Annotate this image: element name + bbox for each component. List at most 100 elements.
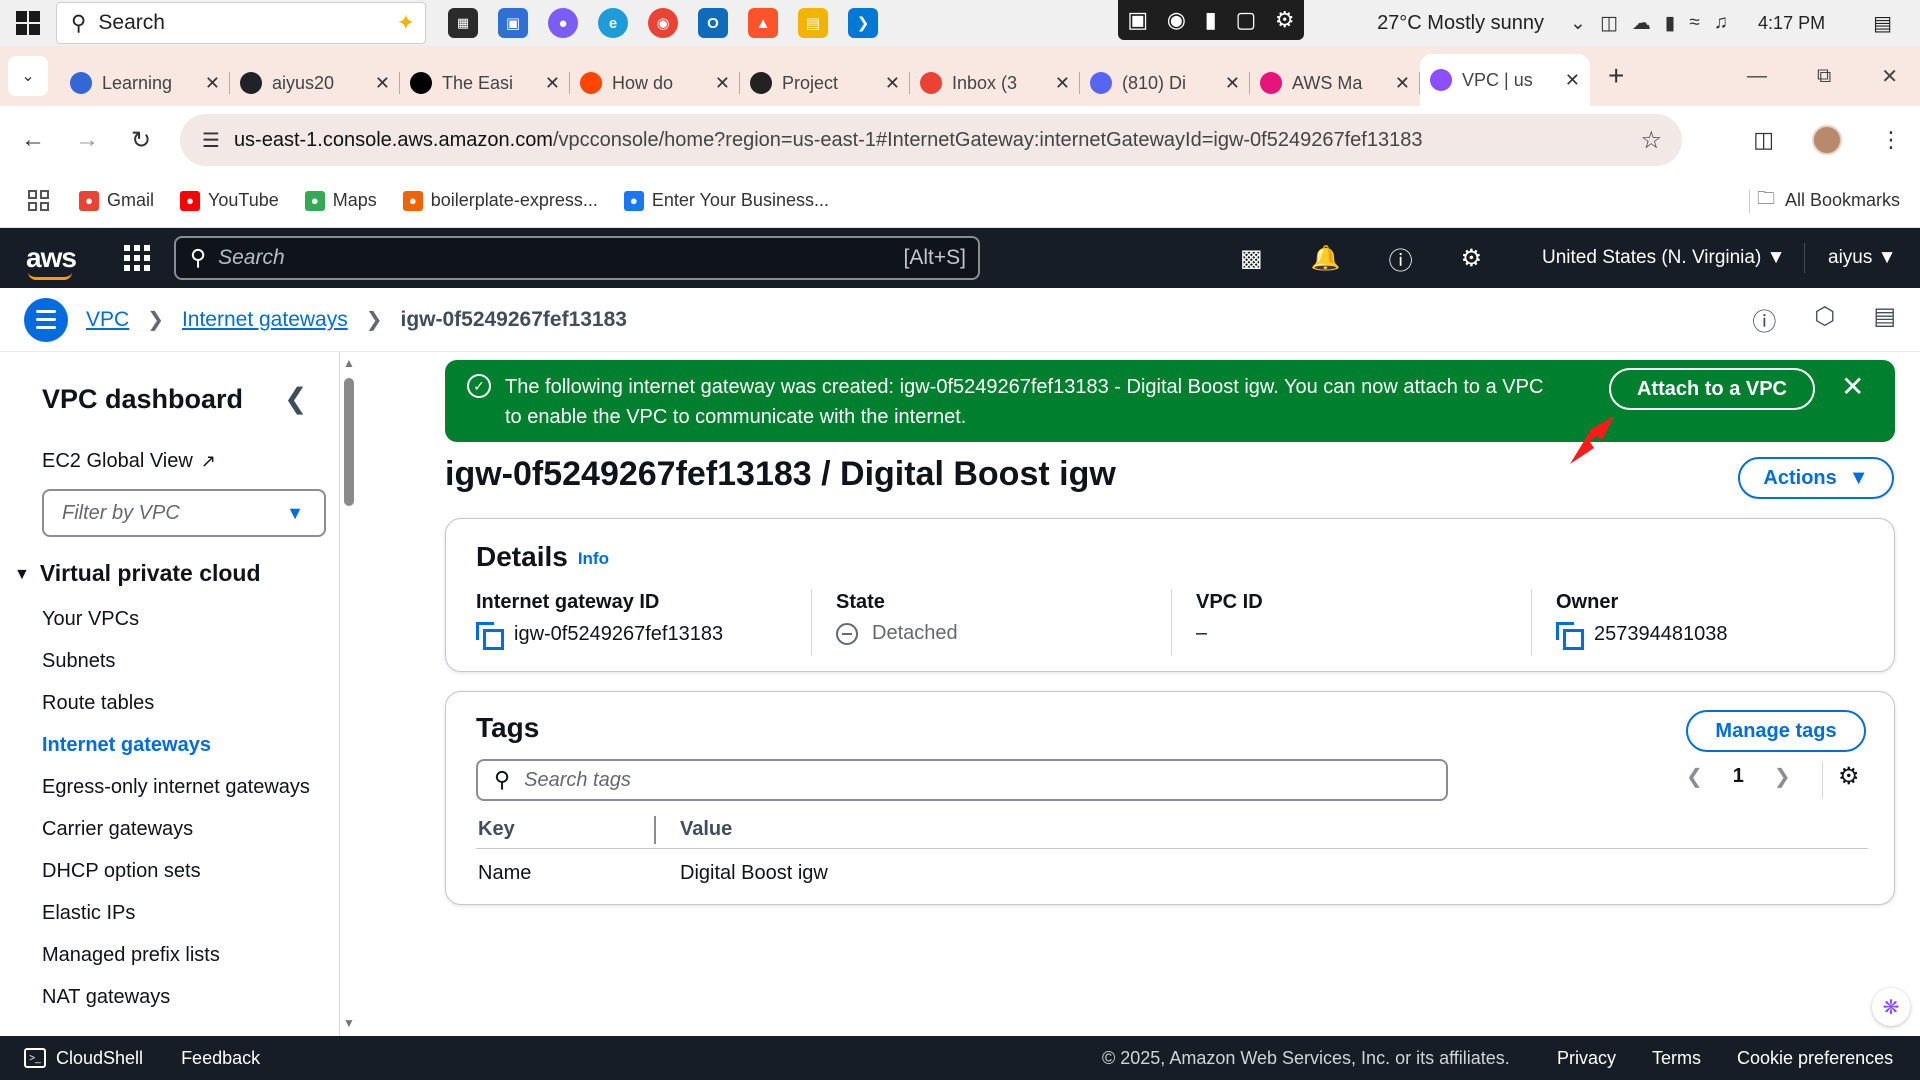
sidebar-item[interactable]: Route tables [42,688,312,718]
battery-icon[interactable]: ▮ [1665,12,1675,35]
weather-widget[interactable]: 27°C Mostly sunny [1377,12,1544,35]
ai-assistant-icon[interactable]: ❋ [1872,988,1910,1026]
close-tab-icon[interactable]: ✕ [1565,70,1580,91]
bookmark-item[interactable]: ● Gmail [79,190,154,211]
page-number[interactable]: 1 [1733,765,1744,788]
vscode-icon[interactable]: ❯ [848,8,878,38]
wifi-icon[interactable]: ≈ [1689,12,1699,35]
onedrive-icon[interactable]: ☁ [1632,12,1651,35]
notifications-icon[interactable]: ▤ [1873,11,1892,36]
browser-tab[interactable]: The Easi ✕ [400,60,570,106]
close-tab-icon[interactable]: ✕ [715,73,730,94]
filter-by-vpc-select[interactable]: Filter by VPC ▼ [42,489,326,537]
column-header-key[interactable]: Key [478,818,515,841]
sidebar-item[interactable]: Elastic IPs [42,898,312,928]
search-tags-input[interactable]: ⚲ Search tags [476,759,1448,801]
browser-menu-icon[interactable]: ⋮ [1880,127,1902,153]
scroll-down-icon[interactable]: ▼ [343,1016,355,1030]
screenshot-icon[interactable]: ▣ [1127,7,1148,33]
edge-icon[interactable]: e [598,8,628,38]
sidebar-item[interactable]: Your VPCs [42,604,312,634]
close-tab-icon[interactable]: ✕ [545,73,560,94]
all-bookmarks[interactable]: 🗀 All Bookmarks [1757,186,1900,216]
sidebar-item[interactable]: Internet gateways [42,730,312,760]
minimize-icon[interactable]: — [1747,65,1767,88]
sidebar-scrollbar[interactable]: ▲ ▼ [340,352,360,1036]
info-panel-icon[interactable]: ⓘ [1752,302,1776,337]
previous-page-icon[interactable]: ❮ [1686,764,1703,789]
region-selector[interactable]: United States (N. Virginia) ▼ [1542,247,1785,269]
table-settings-icon[interactable]: ⚙ [1838,762,1860,791]
cloudshell-button[interactable]: >_ CloudShell [24,1048,143,1069]
chevron-up-icon[interactable]: ⌄ [1570,12,1586,35]
browser-tab[interactable]: AWS Ma ✕ [1250,60,1420,106]
browser-tab[interactable]: Inbox (3 ✕ [910,60,1080,106]
scroll-up-icon[interactable]: ▲ [343,356,355,370]
aws-search-input[interactable]: ⚲ Search [Alt+S] [174,236,980,280]
close-tab-icon[interactable]: ✕ [885,73,900,94]
help-icon[interactable]: ⓘ [1389,241,1413,276]
close-icon[interactable]: ✕ [1841,370,1864,403]
actions-button[interactable]: Actions ▼ [1738,457,1894,499]
notifications-panel-icon[interactable]: ▤ [1873,302,1896,337]
gear-icon[interactable]: ⚙ [1275,7,1295,33]
task-view-icon[interactable]: ▦ [448,8,478,38]
info-link[interactable]: Info [578,549,609,568]
file-explorer-icon[interactable]: ▤ [798,8,828,38]
browser-tab[interactable]: How do ✕ [570,60,740,106]
sidebar-item[interactable]: Carrier gateways [42,814,312,844]
profile-avatar[interactable] [1812,125,1842,155]
nav-menu-icon[interactable] [24,297,68,342]
browser-tab[interactable]: Project ✕ [740,60,910,106]
reload-icon[interactable]: ↻ [114,126,168,155]
taskbar-search[interactable]: ⚲ Search ✦ [56,2,426,44]
attach-to-vpc-button[interactable]: Attach to a VPC [1609,368,1815,410]
column-resizer[interactable] [654,816,656,844]
sidebar-item[interactable]: Managed prefix lists [42,940,312,970]
copilot-icon[interactable]: ● [548,8,578,38]
ec2-global-view-link[interactable]: EC2 Global View ↗ [42,450,216,473]
browser-tab[interactable]: VPC | us ✕ [1420,54,1590,106]
breadcrumb-internet-gateways[interactable]: Internet gateways [182,308,348,332]
restore-icon[interactable]: ⧉ [1817,65,1831,88]
cookie-preferences-link[interactable]: Cookie preferences [1737,1048,1893,1069]
clock[interactable]: 4:17 PM [1758,13,1825,34]
services-menu-icon[interactable] [123,245,150,271]
copy-icon[interactable] [1556,622,1584,650]
volume-icon[interactable]: ♫ [1714,12,1728,35]
video-icon[interactable]: ▮ [1205,7,1217,33]
feedback-link[interactable]: Feedback [181,1048,260,1069]
extensions-icon[interactable]: ◫ [1753,127,1774,153]
bookmark-item[interactable]: ● Maps [304,190,377,211]
address-bar[interactable]: ☰ us-east-1.console.aws.amazon.com/vpcco… [180,114,1682,166]
bookmark-item[interactable]: ● Enter Your Business... [623,190,829,211]
bell-icon[interactable]: 🔔 [1311,244,1341,273]
sidebar-item[interactable]: Subnets [42,646,312,676]
collapse-sidebar-icon[interactable]: ❮ [284,382,307,415]
close-tab-icon[interactable]: ✕ [205,73,220,94]
forward-icon[interactable]: → [60,126,114,154]
cloudshell-icon[interactable]: ▩ [1240,244,1263,273]
browser-tab[interactable]: (810) Di ✕ [1080,60,1250,106]
sidebar-item[interactable]: NAT gateways [42,982,312,1012]
scrollbar-thumb[interactable] [344,378,354,506]
bookmark-item[interactable]: ● YouTube [180,190,279,211]
column-header-value[interactable]: Value [680,818,732,841]
aws-logo[interactable]: aws [26,242,77,280]
camera-icon[interactable]: ◉ [1167,7,1186,33]
browser-tab[interactable]: Learning ✕ [60,60,230,106]
close-tab-icon[interactable]: ✕ [1225,73,1240,94]
sidebar-item[interactable]: Egress-only internet gateways [42,772,312,802]
apps-grid-icon[interactable] [28,190,49,211]
close-window-icon[interactable]: ✕ [1881,64,1898,89]
copy-icon[interactable] [476,622,504,650]
back-icon[interactable]: ← [6,126,60,154]
windows-start-icon[interactable] [0,0,56,46]
security-panel-icon[interactable]: ⬡ [1814,302,1835,337]
brave-icon[interactable]: ▲ [748,8,778,38]
outlook-icon[interactable]: O [698,8,728,38]
breadcrumb-vpc[interactable]: VPC [86,308,129,332]
privacy-link[interactable]: Privacy [1557,1048,1616,1069]
store-icon[interactable]: ▣ [498,8,528,38]
terms-link[interactable]: Terms [1652,1048,1701,1069]
